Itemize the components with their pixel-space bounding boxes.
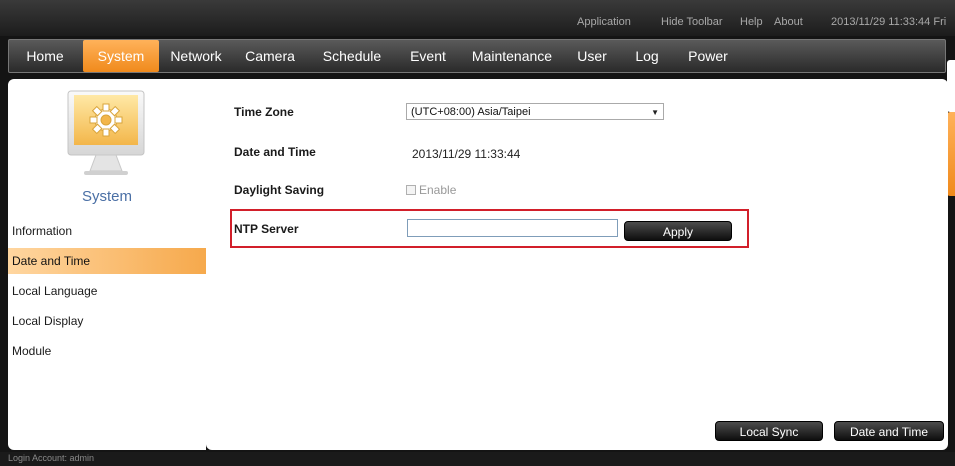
timezone-value: (UTC+08:00) Asia/Taipei xyxy=(411,106,531,118)
sidebar-title: System xyxy=(81,188,132,205)
datetime-label: Date and Time xyxy=(234,145,316,159)
about-link[interactable]: About xyxy=(774,16,803,28)
timezone-select[interactable]: (UTC+08:00) Asia/Taipei ▼ xyxy=(406,103,664,120)
footer-bar: Login Account: admin xyxy=(0,452,955,466)
right-edge-tab-active[interactable] xyxy=(947,112,955,196)
nav-event[interactable]: Event xyxy=(405,40,451,72)
ntp-server-input[interactable] xyxy=(407,219,618,237)
daylight-saving-checkbox[interactable] xyxy=(406,185,416,195)
top-utility-bar: Application Hide Toolbar Help About 2013… xyxy=(0,0,955,36)
date-and-time-button[interactable]: Date and Time xyxy=(834,421,944,441)
datetime-value: 2013/11/29 11:33:44 xyxy=(412,147,521,161)
ntp-server-label: NTP Server xyxy=(234,222,299,236)
chevron-down-icon: ▼ xyxy=(651,108,659,117)
sidebar-item-local-language[interactable]: Local Language xyxy=(8,278,206,304)
content-panel: Time Zone (UTC+08:00) Asia/Taipei ▼ Date… xyxy=(206,79,948,450)
main-nav: Home System Network Camera Schedule Even… xyxy=(8,39,946,73)
header-datetime: 2013/11/29 11:33:44 Fri xyxy=(831,16,947,28)
nav-schedule[interactable]: Schedule xyxy=(319,40,385,72)
application-link[interactable]: Application xyxy=(577,16,631,28)
sidebar: System Information Date and Time Local L… xyxy=(8,79,206,450)
nav-user[interactable]: User xyxy=(571,40,613,72)
monitor-gear-icon xyxy=(67,90,145,175)
help-link[interactable]: Help xyxy=(740,16,763,28)
hide-toolbar-link[interactable]: Hide Toolbar xyxy=(661,16,723,28)
nav-maintenance[interactable]: Maintenance xyxy=(467,40,557,72)
nav-network[interactable]: Network xyxy=(167,40,225,72)
apply-button[interactable]: Apply xyxy=(624,221,732,241)
right-edge-tab[interactable] xyxy=(947,60,955,112)
nav-system[interactable]: System xyxy=(83,40,159,72)
nav-log[interactable]: Log xyxy=(629,40,665,72)
login-account-text: Login Account: admin xyxy=(8,453,95,463)
local-sync-button[interactable]: Local Sync xyxy=(715,421,823,441)
sidebar-item-information[interactable]: Information xyxy=(8,218,206,244)
daylight-saving-label: Daylight Saving xyxy=(234,183,325,197)
sidebar-item-local-display[interactable]: Local Display xyxy=(8,308,206,334)
sidebar-item-date-and-time[interactable]: Date and Time xyxy=(8,248,206,274)
nav-camera[interactable]: Camera xyxy=(241,40,299,72)
nav-home[interactable]: Home xyxy=(21,40,69,72)
sidebar-item-module[interactable]: Module xyxy=(8,338,206,364)
timezone-label: Time Zone xyxy=(234,105,294,119)
nav-power[interactable]: Power xyxy=(683,40,733,72)
daylight-saving-enable-label: Enable xyxy=(419,183,457,197)
